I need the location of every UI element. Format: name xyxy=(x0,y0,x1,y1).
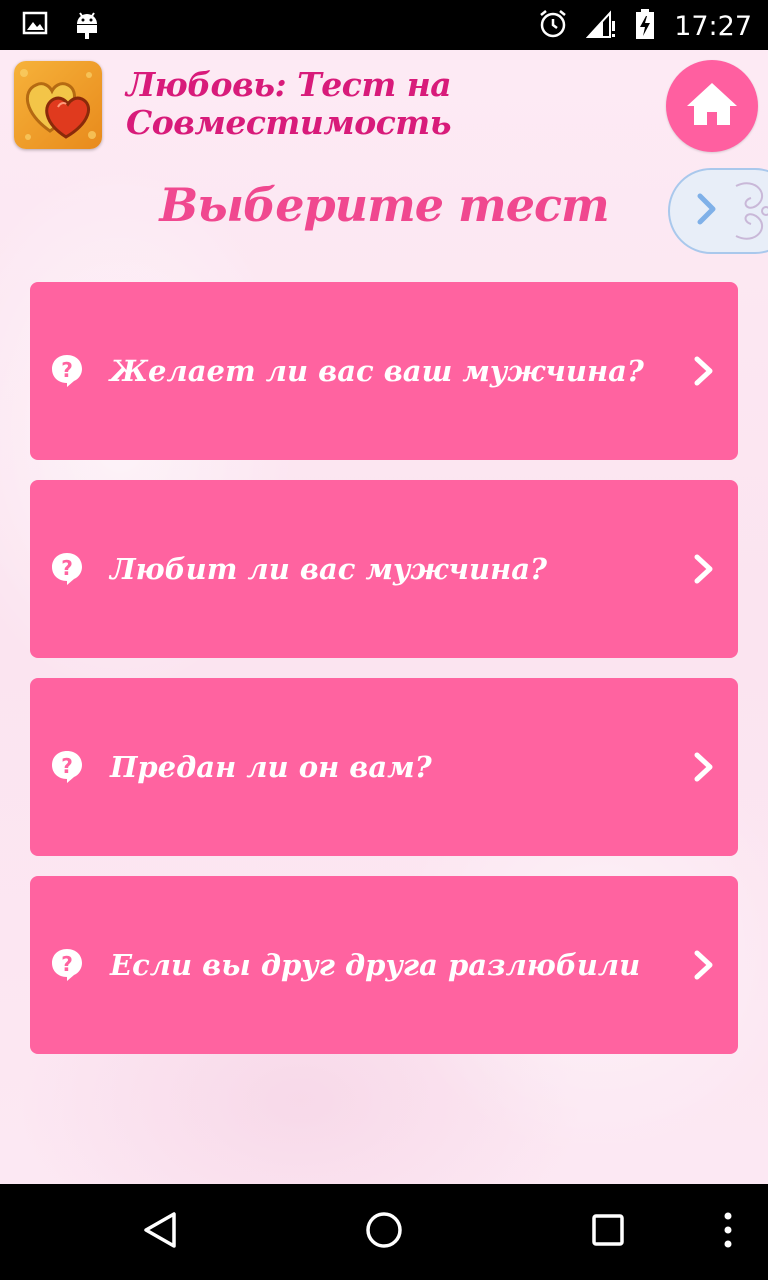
chevron-right-icon xyxy=(692,355,716,387)
battery-icon xyxy=(634,8,656,44)
test-item-2[interactable]: ? Любит ли вас мужчина? xyxy=(30,480,738,658)
question-icon: ? xyxy=(50,353,84,389)
recents-icon xyxy=(588,1210,628,1254)
test-item-3[interactable]: ? Предан ли он вам? xyxy=(30,678,738,856)
image-icon xyxy=(22,10,48,44)
app-title: Любовь: Тест на Совместимость xyxy=(126,65,452,142)
app-content: Любовь: Тест на Совместимость Выберите т… xyxy=(0,50,768,1184)
android-icon xyxy=(74,10,100,44)
question-icon: ? xyxy=(50,749,84,785)
svg-text:?: ? xyxy=(61,556,73,580)
back-icon xyxy=(140,1210,180,1254)
alarm-icon xyxy=(538,9,568,43)
test-item-label: Если вы друг друга разлюбили xyxy=(110,948,641,982)
nav-menu-button[interactable] xyxy=(700,1204,756,1260)
nav-recents-button[interactable] xyxy=(580,1204,636,1260)
svg-text:?: ? xyxy=(61,952,73,976)
home-icon xyxy=(685,80,739,132)
svg-text:?: ? xyxy=(61,358,73,382)
test-item-label: Предан ли он вам? xyxy=(110,750,432,784)
navigation-bar xyxy=(0,1184,768,1280)
status-time: 17:27 xyxy=(674,10,752,42)
page-heading: Выберите тест xyxy=(159,178,609,232)
chevron-right-icon xyxy=(692,751,716,783)
signal-icon xyxy=(585,9,616,43)
chevron-right-icon xyxy=(692,553,716,585)
hearts-icon xyxy=(14,61,102,149)
chevron-right-icon xyxy=(692,949,716,981)
test-item-label: Желает ли вас ваш мужчина? xyxy=(110,354,644,388)
question-icon: ? xyxy=(50,947,84,983)
status-bar: 17:27 xyxy=(0,0,768,50)
test-item-1[interactable]: ? Желает ли вас ваш мужчина? xyxy=(30,282,738,460)
home-button[interactable] xyxy=(666,60,758,152)
test-item-label: Любит ли вас мужчина? xyxy=(110,552,548,586)
menu-dots-icon xyxy=(721,1210,735,1254)
home-circle-icon xyxy=(364,1210,404,1254)
test-item-4[interactable]: ? Если вы друг друга разлюбили xyxy=(30,876,738,1054)
nav-home-button[interactable] xyxy=(356,1204,412,1260)
question-icon: ? xyxy=(50,551,84,587)
nav-back-button[interactable] xyxy=(132,1204,188,1260)
svg-text:?: ? xyxy=(61,754,73,778)
